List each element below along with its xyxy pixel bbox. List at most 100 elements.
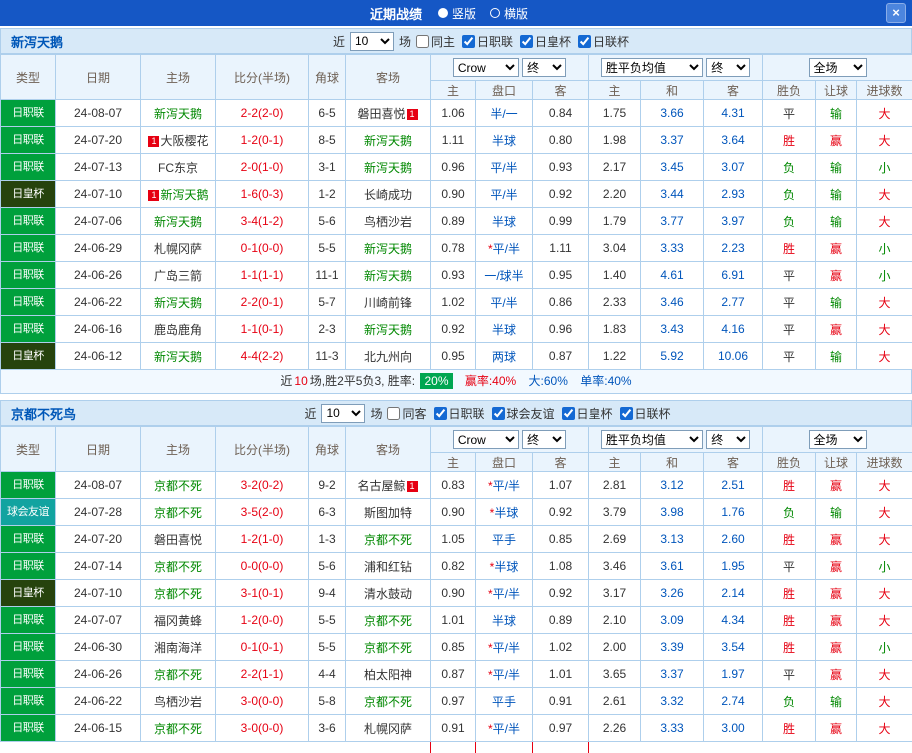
odds-home-cell: 0.82 xyxy=(430,552,476,580)
away-team-cell: 京都不死 xyxy=(345,687,431,715)
avg-home-cell: 2.33 xyxy=(588,288,642,316)
corners-cell: 5-6 xyxy=(308,552,346,580)
same-venue-filter[interactable]: 同主 xyxy=(415,33,455,50)
league-filter-group: 日职联 日皇杯 日联杯 xyxy=(462,33,631,50)
match-row: 日职联 24-08-07 新泻天鹅 2-2(2-0) 6-5 磐田喜悦 1 1.06 半/一 0.… xyxy=(0,99,912,127)
avg-away-cell: 3.07 xyxy=(703,153,764,181)
league-filter-label: 日皇杯 xyxy=(576,406,613,421)
league-filter-label: 球会友谊 xyxy=(506,406,555,421)
avg-draw-cell: 3.45 xyxy=(640,153,705,181)
avg-away-cell: 4.16 xyxy=(703,315,764,343)
league-filter[interactable]: 日联杯 xyxy=(578,33,629,50)
handicap-cell: *平/半 xyxy=(475,714,533,742)
avg-away-cell: 2.77 xyxy=(703,288,764,316)
league-filter[interactable]: 球会友谊 xyxy=(491,405,555,422)
result-cell: 胜 xyxy=(762,126,817,154)
section-header: 京都不死鸟 近 10 场 同客 日职联 球会友谊 日皇杯 日联杯 xyxy=(0,400,912,426)
handicap-cell: 平手 xyxy=(475,687,533,715)
horizontal-layout-radio[interactable] xyxy=(490,8,500,18)
avg-away-cell: 3.97 xyxy=(703,207,764,235)
away-team-cell: 札幌冈萨 xyxy=(345,714,431,742)
league-filter[interactable]: 日皇杯 xyxy=(520,33,571,50)
same-venue-checkbox[interactable] xyxy=(415,34,429,48)
odds-away-cell: 0.87 xyxy=(531,342,590,370)
recent-count-select[interactable]: 10 xyxy=(349,31,394,51)
league-filter-checkbox[interactable] xyxy=(520,34,534,48)
odds-stage-select[interactable]: 终 xyxy=(522,430,567,449)
score-cell: 1-1(1-1) xyxy=(215,261,309,289)
league-filter[interactable]: 日皇杯 xyxy=(561,405,613,422)
home-team-cell: 新泻天鹅 xyxy=(140,342,216,370)
dialog-title: 近期战绩 xyxy=(369,6,422,22)
home-team-cell: 鸟栖沙岩 xyxy=(140,687,216,715)
result-cell: 胜 xyxy=(762,714,817,742)
recent-count-select[interactable]: 10 xyxy=(321,403,366,423)
avg-type-select[interactable]: 胜平负均值 xyxy=(600,58,703,77)
goals-result-cell: 小 xyxy=(856,633,912,661)
home-team-cell: 京都不死 xyxy=(140,471,216,499)
col-corners-header: 角球 xyxy=(308,54,346,100)
match-row: 球会友谊 24-07-28 京都不死 3-5(2-0) 6-3 斯图加特 0.90 *半球 0.… xyxy=(0,498,912,526)
league-cell: 日职联 xyxy=(0,525,56,553)
avg-stage-select[interactable]: 终 xyxy=(706,430,751,449)
summary-text: 近 xyxy=(280,374,293,388)
odds-company-select[interactable]: Crow xyxy=(452,430,519,449)
handicap-result-cell: 赢 xyxy=(815,633,858,661)
goals-result-cell: 大 xyxy=(856,207,912,235)
away-team-cell: 京都不死 xyxy=(345,606,431,634)
league-filter-checkbox[interactable] xyxy=(433,406,447,420)
col-date-header: 日期 xyxy=(55,426,141,472)
goals-result-cell: 大 xyxy=(856,180,912,208)
date-cell: 24-06-30 xyxy=(55,633,141,661)
league-badge: 日职联 xyxy=(1,472,55,498)
vertical-layout-radio[interactable] xyxy=(437,8,448,18)
scope-select[interactable]: 全场 xyxy=(808,430,867,449)
avg-draw-cell: 3.32 xyxy=(640,687,705,715)
same-venue-filter[interactable]: 同客 xyxy=(387,405,427,422)
league-cell: 球会友谊 xyxy=(0,498,56,526)
vertical-layout-label[interactable]: 竖版 xyxy=(452,5,476,22)
date-cell: 24-07-28 xyxy=(55,498,141,526)
avg-home-cell: 1.79 xyxy=(588,207,642,235)
league-filter[interactable]: 日职联 xyxy=(433,405,485,422)
handicap-result-cell: 赢 xyxy=(815,234,858,262)
scope-select[interactable]: 全场 xyxy=(808,58,867,77)
avg-draw-cell: 3.43 xyxy=(640,315,705,343)
league-badge: 日职联 xyxy=(1,127,55,153)
league-filter-checkbox[interactable] xyxy=(578,34,592,48)
avg-stage-select[interactable]: 终 xyxy=(706,58,751,77)
corners-cell: 3-1 xyxy=(308,153,346,181)
same-venue-checkbox[interactable] xyxy=(387,406,401,420)
unit-label: 场 xyxy=(370,406,383,421)
odds-stage-select[interactable]: 终 xyxy=(522,58,567,77)
league-badge: 日职联 xyxy=(1,553,55,579)
date-cell: 24-06-26 xyxy=(55,261,141,289)
over-rate: 大:60% xyxy=(528,374,568,388)
matches-table: 类型 日期 主场 比分(半场) 角球 客场 Crow 终 胜平负均值 终 全场 … xyxy=(0,54,912,370)
home-team-cell: 新泻天鹅 xyxy=(140,207,216,235)
avg-type-select[interactable]: 胜平负均值 xyxy=(600,430,703,449)
league-filter-checkbox[interactable] xyxy=(462,34,475,48)
corners-cell: 5-7 xyxy=(308,288,346,316)
odds-home-cell: 1.05 xyxy=(430,525,476,553)
close-button[interactable]: × xyxy=(886,3,906,23)
odds-home-cell: 1.02 xyxy=(430,288,476,316)
result-cell: 平 xyxy=(762,315,817,343)
league-filter-checkbox[interactable] xyxy=(619,406,633,420)
league-cell: 日职联 xyxy=(0,687,56,715)
odds-away-cell: 0.92 xyxy=(531,180,590,208)
handicap-cell: 半球 xyxy=(475,126,533,154)
odds-company-select[interactable]: Crow xyxy=(452,58,519,77)
result-cell: 负 xyxy=(762,153,817,181)
corners-cell: 5-5 xyxy=(308,606,346,634)
score-cell: 0-0(0-0) xyxy=(215,552,309,580)
league-filter-checkbox[interactable] xyxy=(561,406,575,420)
away-team-cell: 川崎前锋 xyxy=(345,288,431,316)
avg-draw-cell: 3.13 xyxy=(640,525,705,553)
odds-home-cell: 1.01 xyxy=(430,606,476,634)
league-filter-checkbox[interactable] xyxy=(491,406,505,420)
horizontal-layout-label[interactable]: 横版 xyxy=(504,5,528,22)
league-cell: 日职联 xyxy=(0,153,56,181)
league-filter[interactable]: 日职联 xyxy=(462,33,513,50)
league-filter[interactable]: 日联杯 xyxy=(619,405,671,422)
